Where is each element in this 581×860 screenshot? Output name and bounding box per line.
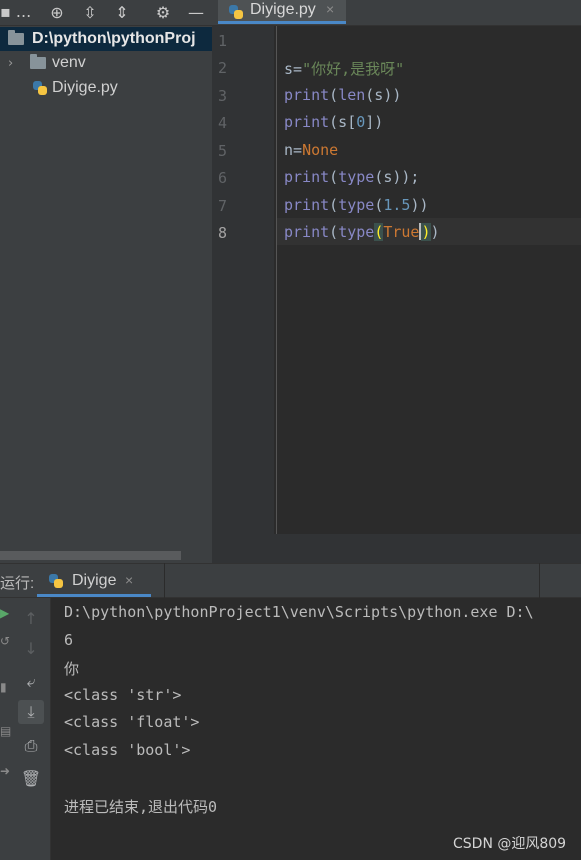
code-line[interactable]: s="你好,是我呀" — [284, 58, 404, 79]
hide-icon[interactable]: — — [185, 0, 207, 24]
line-number: 2 — [218, 59, 228, 77]
console-line: <class 'str'> — [64, 686, 182, 704]
print-icon[interactable]: ⎙ — [18, 734, 44, 758]
line-number: 8 — [218, 224, 228, 242]
console-line: <class 'bool'> — [64, 741, 191, 759]
code-line[interactable]: print(s[0]) — [284, 113, 383, 131]
code-line[interactable]: print(type(True)) — [284, 223, 440, 241]
line-number: 3 — [218, 87, 228, 105]
collapse-all-icon[interactable]: ⇕ — [111, 0, 133, 24]
trash-icon[interactable]: 🗑 — [18, 766, 44, 790]
line-number: 4 — [218, 114, 228, 132]
tree-root[interactable]: D:\python\pythonProj — [0, 27, 212, 51]
scroll-to-end-icon[interactable]: ⤓ — [18, 700, 44, 724]
run-side-strip: ▶ ↺ ▮ ▤ ➜ — [0, 598, 14, 860]
console-line: 6 — [64, 631, 74, 649]
locate-icon[interactable]: ⊕ — [46, 0, 68, 24]
folder-icon — [8, 30, 24, 45]
close-icon[interactable]: × — [125, 572, 133, 588]
divider — [164, 563, 165, 598]
python-file-icon — [48, 573, 64, 589]
tree-item-label: Diyige.py — [52, 79, 118, 96]
top-toolbar: ▪ ... ⊕ ⇳ ⇕ ⚙ — Diyige.py × — [0, 0, 581, 26]
run-toolbar: ↑ ↓ ⤶ ⤓ ⎙ 🗑 — [14, 598, 51, 860]
soft-wrap-icon[interactable]: ⤶ — [18, 670, 44, 694]
rerun-icon[interactable]: ▶ — [0, 606, 10, 620]
watermark: CSDN @迎风809 — [453, 836, 567, 852]
code-line[interactable]: print(type(1.5)) — [284, 196, 429, 214]
layout-icon[interactable]: ▤ — [0, 724, 11, 738]
python-file-icon — [32, 80, 48, 96]
gear-icon[interactable]: ⚙ — [152, 0, 174, 24]
project-panel: D:\python\pythonProj › venv Diyige.py — [0, 26, 212, 563]
project-menu[interactable]: ▪ ... — [0, 2, 31, 21]
close-icon[interactable]: × — [326, 1, 334, 17]
run-title: 运行: — [0, 575, 35, 592]
line-number: 5 — [218, 142, 228, 160]
tree-item-label: venv — [52, 54, 86, 71]
console-line: <class 'float'> — [64, 713, 200, 731]
arrow-up-icon[interactable]: ↑ — [18, 606, 44, 630]
python-file-icon — [228, 4, 244, 20]
tree-item-venv[interactable]: › venv — [0, 51, 212, 75]
console-line: D:\python\pythonProject1\venv\Scripts\py… — [64, 603, 534, 621]
editor-tab-diyige[interactable]: Diyige.py × — [218, 0, 346, 24]
tree-root-label: D:\python\pythonProj — [32, 30, 196, 47]
line-number: 6 — [218, 169, 228, 187]
line-number: 7 — [218, 197, 228, 215]
pin-icon[interactable]: ➜ — [0, 764, 10, 778]
horizontal-scrollbar[interactable] — [0, 551, 181, 560]
line-number: 1 — [218, 32, 228, 50]
expand-all-icon[interactable]: ⇳ — [79, 0, 101, 24]
editor-breadcrumb-area — [212, 534, 581, 563]
divider — [539, 563, 540, 598]
console-line: 进程已结束,退出代码0 — [64, 798, 218, 816]
code-line[interactable]: print(type(s)); — [284, 168, 419, 186]
tree-item-diyige[interactable]: Diyige.py — [0, 76, 212, 100]
run-tab-label: Diyige — [72, 572, 117, 589]
run-header: 运行: Diyige × — [0, 563, 581, 598]
folder-icon — [30, 54, 46, 69]
code-line[interactable]: print(len(s)) — [284, 86, 401, 104]
arrow-down-icon[interactable]: ↓ — [18, 636, 44, 660]
stop-icon[interactable]: ▮ — [0, 680, 10, 694]
wrench-icon[interactable]: ↺ — [0, 634, 10, 648]
chevron-right-icon[interactable]: › — [8, 56, 22, 71]
code-line[interactable]: n=None — [284, 141, 338, 159]
console-line: 你 — [64, 660, 80, 678]
run-tab-diyige[interactable]: Diyige × — [37, 564, 151, 597]
editor-tab-label: Diyige.py — [250, 1, 316, 18]
gutter-divider — [276, 26, 277, 534]
